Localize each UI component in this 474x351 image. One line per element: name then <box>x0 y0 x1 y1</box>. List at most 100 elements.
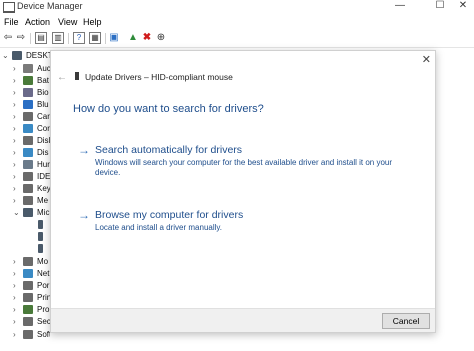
close-window-button[interactable]: ✕ <box>452 0 474 14</box>
dialog-header-title: Update Drivers – HID-compliant mouse <box>85 72 233 82</box>
tree-item-label: IDE <box>37 172 50 181</box>
toolbar: ⇦ ⇨ ▤ ▥ ? ▦ ▣ ▲ ✖ ⊕ <box>0 30 474 48</box>
show-hidden-icon[interactable]: ▥ <box>52 32 64 44</box>
chevron-right-icon[interactable]: › <box>13 136 16 145</box>
disk-drive-icon <box>23 136 33 145</box>
chevron-right-icon[interactable]: › <box>13 184 16 193</box>
mouse-device-icon <box>75 72 79 80</box>
browse-computer-option[interactable]: → Browse my computer for drivers Locate … <box>73 208 413 236</box>
tree-item-label: Auc <box>37 64 50 73</box>
chevron-right-icon[interactable]: › <box>13 124 16 133</box>
memory-icon <box>23 196 33 205</box>
details-icon[interactable]: ▦ <box>89 32 101 44</box>
help-icon[interactable]: ? <box>73 32 85 44</box>
camera-icon <box>23 112 33 121</box>
properties-icon[interactable]: ▤ <box>35 32 47 44</box>
menu-help[interactable]: Help <box>83 17 102 27</box>
security-icon <box>23 317 33 326</box>
tree-item-label: Car <box>37 112 50 121</box>
chevron-right-icon[interactable]: › <box>13 317 16 326</box>
toolbar-separator <box>105 33 106 44</box>
processor-icon <box>23 305 33 314</box>
printer-icon <box>23 293 33 302</box>
tree-item-label: Bat <box>37 76 50 85</box>
chevron-right-icon[interactable]: › <box>13 269 16 278</box>
tree-item-label: Blu <box>37 100 49 109</box>
tree-item-label: Mo <box>37 257 49 266</box>
computer-monitor-icon <box>23 124 33 133</box>
ports-icon <box>23 281 33 290</box>
tree-item-label: Por <box>37 281 50 290</box>
mouse-device-icon <box>38 232 43 241</box>
chevron-right-icon[interactable]: › <box>13 281 16 290</box>
keyboard-icon <box>23 184 33 193</box>
menu-view[interactable]: View <box>58 17 77 27</box>
hid-icon <box>23 160 33 169</box>
toolbar-separator <box>68 33 69 44</box>
chevron-right-icon[interactable]: › <box>13 148 16 157</box>
option-description: Locate and install a driver manually. <box>95 223 223 232</box>
menu-file[interactable]: File <box>4 17 19 27</box>
tree-item-label: Pro <box>37 305 50 314</box>
chevron-down-icon[interactable]: ⌄ <box>13 208 20 217</box>
uninstall-icon[interactable]: ✖ <box>141 32 153 44</box>
audio-icon <box>23 64 33 73</box>
title-bar: Device Manager — ☐ ✕ <box>0 0 474 14</box>
tree-item-label: Hur <box>37 160 50 169</box>
chevron-right-icon[interactable]: › <box>13 76 16 85</box>
toolbar-separator <box>30 33 31 44</box>
window-title: Device Manager <box>17 1 83 11</box>
back-arrow-icon[interactable]: ⇦ <box>2 32 14 44</box>
chevron-right-icon[interactable]: › <box>13 160 16 169</box>
menu-bar: File Action View Help <box>0 14 474 29</box>
chevron-right-icon[interactable]: › <box>13 112 16 121</box>
tree-item-label: Disl <box>37 136 50 145</box>
option-title[interactable]: Browse my computer for drivers <box>95 209 243 221</box>
tree-item-label: Mic <box>37 208 50 217</box>
scan-hardware-icon[interactable]: ▣ <box>108 32 120 44</box>
chevron-right-icon[interactable]: › <box>13 330 16 339</box>
mouse-device-icon <box>38 220 43 229</box>
dialog-close-button[interactable]: ✕ <box>422 53 431 66</box>
tree-root-label: DESKTO <box>26 51 50 60</box>
chevron-right-icon[interactable]: › <box>13 305 16 314</box>
search-automatically-option[interactable]: → Search automatically for drivers Windo… <box>73 143 413 177</box>
battery-icon <box>23 76 33 85</box>
monitor-icon <box>23 257 33 266</box>
tree-item-label: Me <box>37 196 49 205</box>
cancel-button[interactable]: Cancel <box>382 313 430 329</box>
dialog-question: How do you want to search for drivers? <box>73 103 264 115</box>
update-driver-icon[interactable]: ▲ <box>127 32 139 44</box>
device-manager-icon <box>3 2 15 13</box>
mouse-icon <box>23 208 33 217</box>
chevron-right-icon[interactable]: › <box>13 196 16 205</box>
download-icon[interactable]: ⊕ <box>155 32 167 44</box>
bluetooth-icon <box>23 100 33 109</box>
chevron-right-icon[interactable]: › <box>13 293 16 302</box>
chevron-right-icon[interactable]: › <box>13 64 16 73</box>
chevron-right-icon[interactable]: › <box>13 257 16 266</box>
chevron-right-icon[interactable]: › <box>13 88 16 97</box>
tree-item-label: Net <box>37 269 50 278</box>
network-icon <box>23 269 33 278</box>
computer-icon <box>12 51 22 60</box>
chevron-right-icon[interactable]: › <box>13 172 16 181</box>
tree-item-label: Key <box>37 184 50 193</box>
option-title[interactable]: Search automatically for drivers <box>95 144 242 156</box>
mouse-device-icon <box>38 244 43 253</box>
display-icon <box>23 148 33 157</box>
tree-item-label: Cor <box>37 124 50 133</box>
biometric-icon <box>23 88 33 97</box>
back-arrow-icon[interactable]: ← <box>57 72 67 83</box>
chevron-down-icon[interactable]: ⌄ <box>2 51 9 60</box>
arrow-right-icon: → <box>78 143 90 157</box>
chevron-right-icon[interactable]: › <box>13 100 16 109</box>
menu-action[interactable]: Action <box>25 17 50 27</box>
tree-item-label: Sec <box>37 317 50 326</box>
ide-icon <box>23 172 33 181</box>
tree-item-label: Prin <box>37 293 50 302</box>
tree-item-label: Software devices <box>37 330 50 339</box>
minimize-button[interactable]: — <box>380 0 420 14</box>
forward-arrow-icon[interactable]: ⇨ <box>15 32 27 44</box>
software-device-icon <box>23 330 33 339</box>
